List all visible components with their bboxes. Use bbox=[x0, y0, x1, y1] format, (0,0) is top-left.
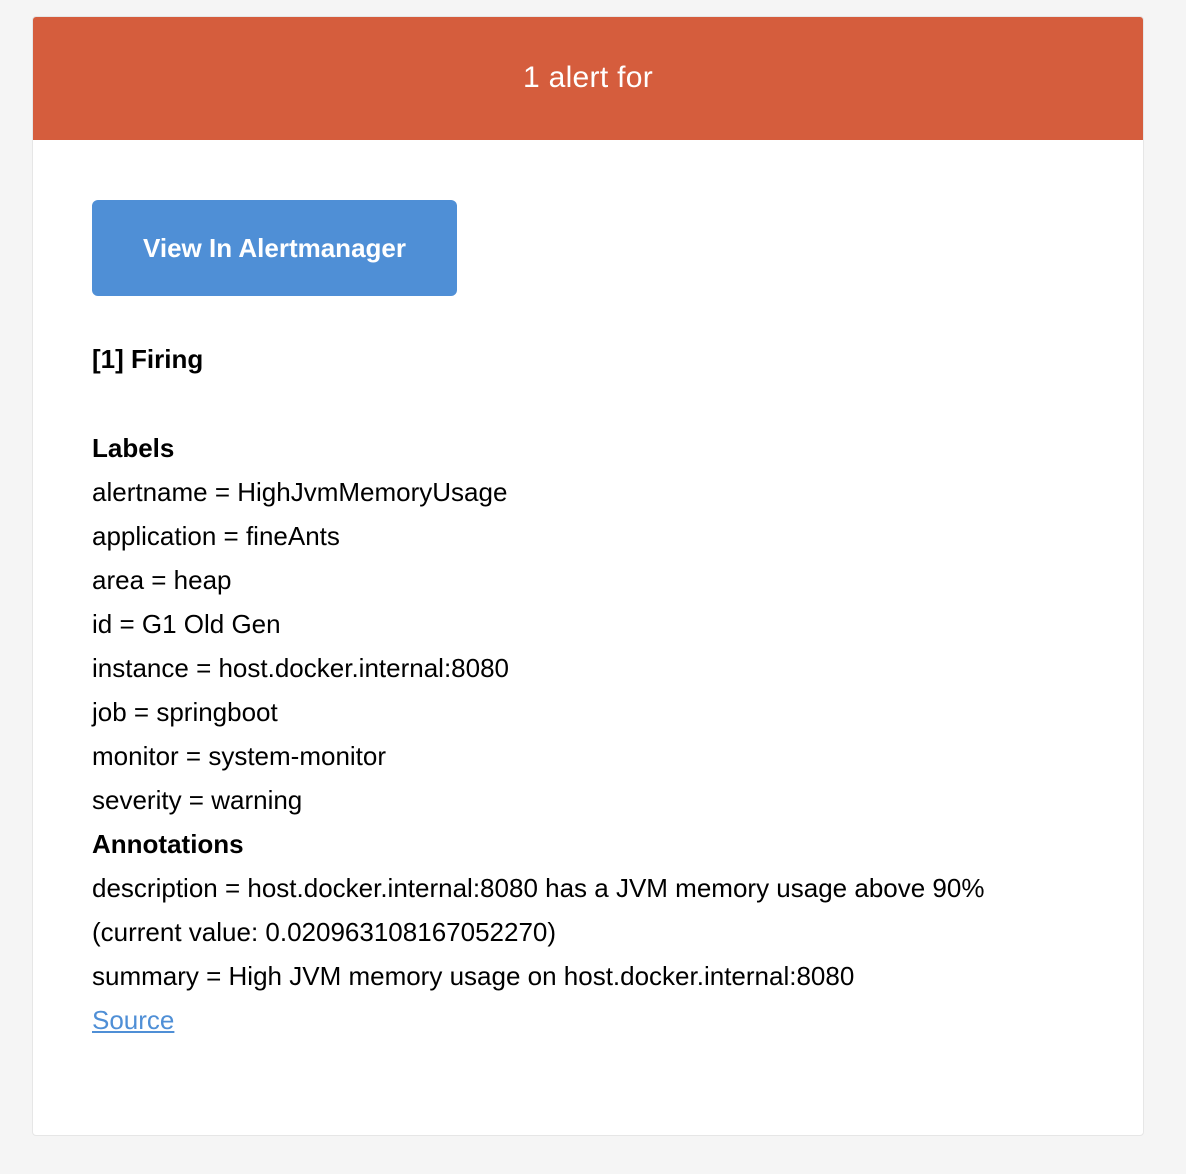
annotation-summary: summary = High JVM memory usage on host.… bbox=[92, 961, 855, 991]
label-application: application = fineAnts bbox=[92, 521, 340, 551]
annotations-list: description = host.docker.internal:8080 … bbox=[92, 866, 1143, 998]
label-severity: severity = warning bbox=[92, 785, 303, 815]
alert-content: View In Alertmanager [1] Firing Labels a… bbox=[33, 140, 1143, 1042]
labels-list: alertname = HighJvmMemoryUsage applicati… bbox=[92, 470, 1143, 822]
view-in-alertmanager-button[interactable]: View In Alertmanager bbox=[92, 200, 457, 296]
annotation-current-value: (current value: 0.020963108167052270) bbox=[92, 917, 557, 947]
label-area: area = heap bbox=[92, 565, 232, 595]
annotation-description: description = host.docker.internal:8080 … bbox=[92, 873, 985, 903]
label-instance: instance = host.docker.internal:8080 bbox=[92, 653, 510, 683]
firing-title: [1] Firing bbox=[92, 344, 204, 374]
label-id: id = G1 Old Gen bbox=[92, 609, 281, 639]
label-alertname: alertname = HighJvmMemoryUsage bbox=[92, 477, 508, 507]
source-link[interactable]: Source bbox=[92, 998, 174, 1042]
alert-header-title: 1 alert for bbox=[522, 60, 654, 94]
alert-header: 1 alert for bbox=[33, 17, 1143, 140]
alert-email-card: 1 alert for View In Alertmanager [1] Fir… bbox=[32, 16, 1144, 1136]
labels-heading: Labels bbox=[92, 433, 175, 463]
label-monitor: monitor = system-monitor bbox=[92, 741, 387, 771]
annotations-heading: Annotations bbox=[92, 829, 244, 859]
label-job: job = springboot bbox=[92, 697, 278, 727]
